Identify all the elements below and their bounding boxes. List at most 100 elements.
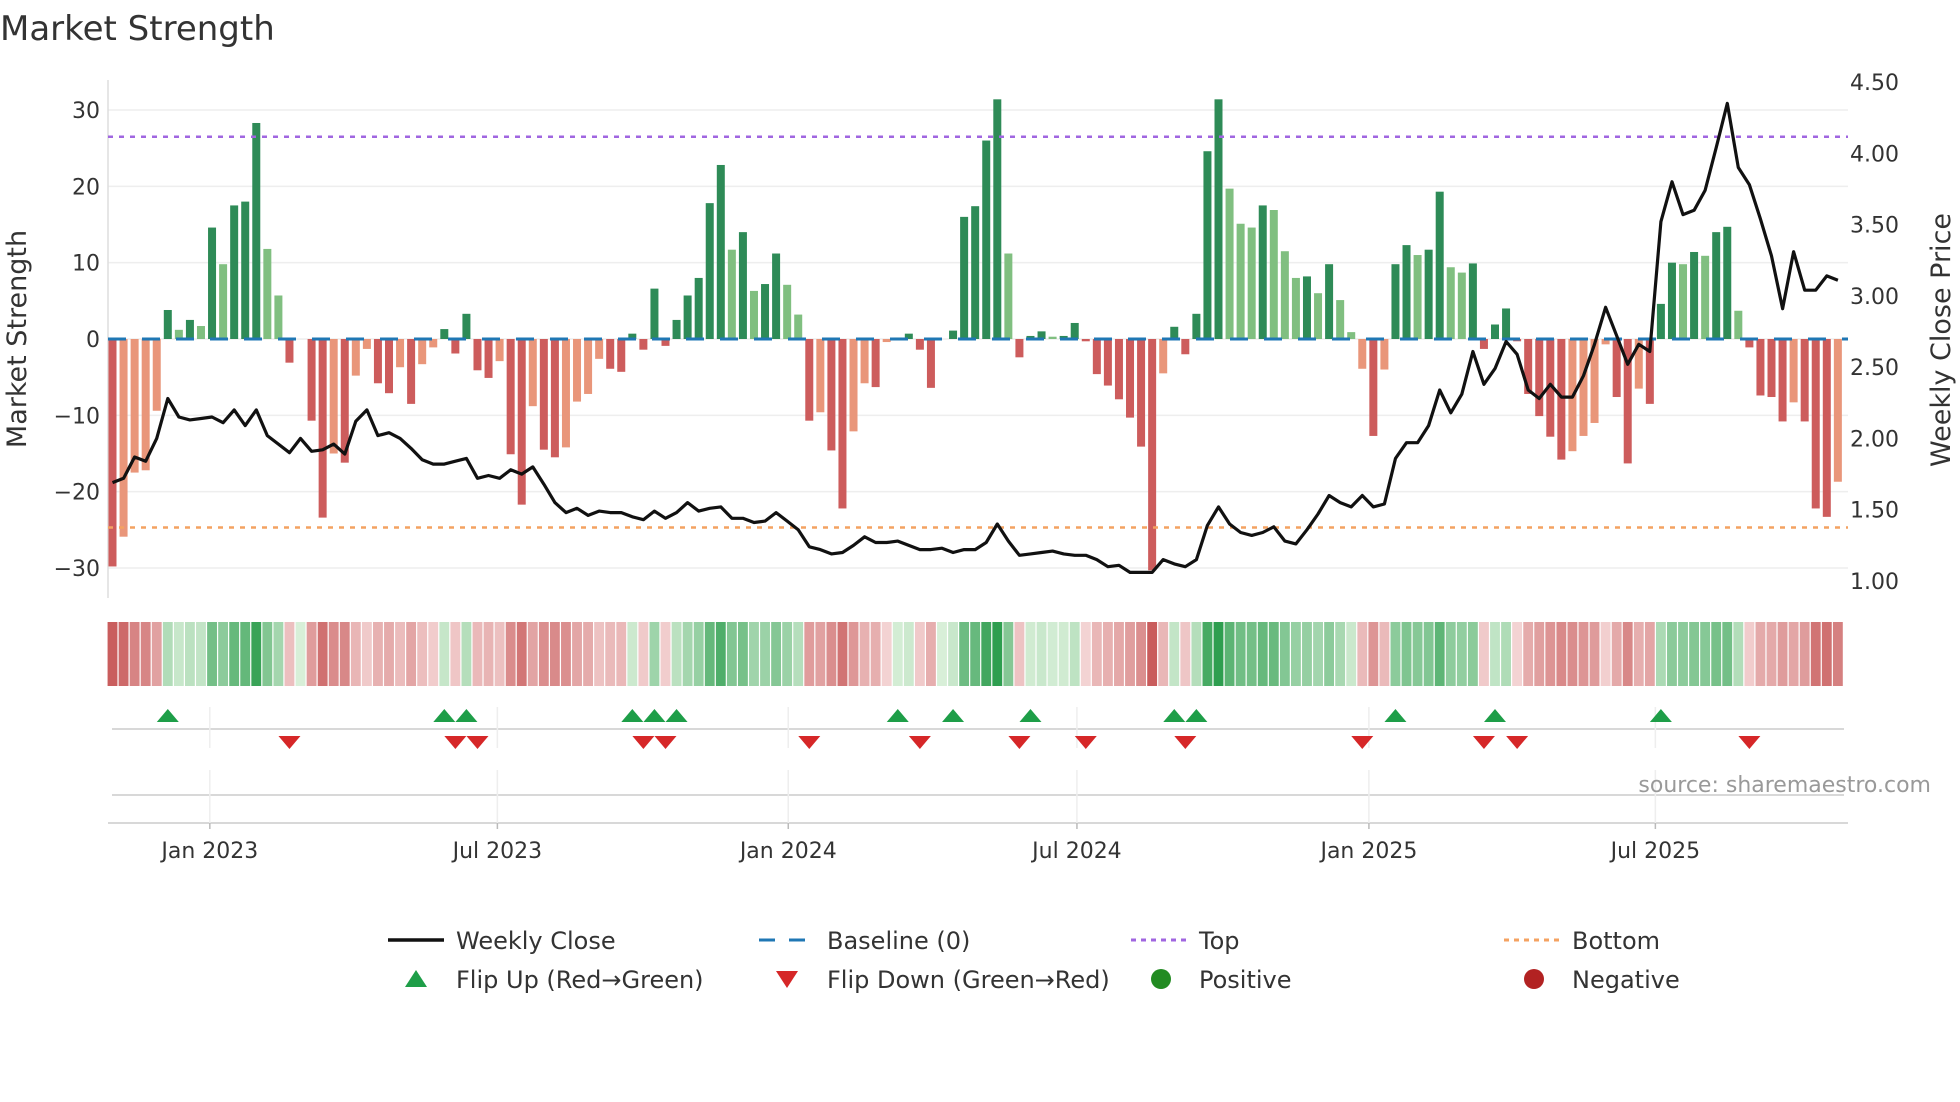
flip-up-marker	[455, 709, 478, 722]
heat-cell	[1512, 622, 1523, 686]
heat-cell	[395, 622, 405, 686]
strength-bar	[517, 339, 526, 505]
right-tick-label: 3.50	[1850, 214, 1899, 239]
heat-cell	[196, 622, 206, 686]
right-tick-label: 2.50	[1850, 356, 1899, 381]
strength-bar	[329, 339, 338, 454]
strength-bar	[1258, 205, 1267, 339]
legend-label: Top	[1198, 927, 1240, 955]
heat-cell	[1268, 622, 1279, 686]
heat-cell	[992, 622, 1003, 686]
flip-down-marker	[1351, 736, 1374, 749]
left-axis-ticks: 30 20 10 0 −10 −20 −30	[54, 99, 100, 582]
strength-bar	[351, 339, 360, 376]
strength-bar	[1491, 324, 1499, 339]
flip-down-marker	[1472, 736, 1495, 749]
strength-bar	[1336, 300, 1345, 339]
x-tick-label: Jul 2024	[1030, 839, 1122, 864]
heat-cell	[903, 622, 914, 686]
heat-cell	[616, 622, 627, 686]
strength-bar	[1822, 339, 1831, 517]
strength-bar	[1314, 293, 1323, 339]
heat-cell	[937, 622, 947, 686]
heat-cell	[859, 622, 870, 686]
heat-cell	[1578, 622, 1589, 686]
strength-bar	[1535, 339, 1544, 417]
flip-up-marker	[621, 709, 644, 722]
strength-bar	[595, 339, 604, 359]
left-tick-label: −20	[54, 481, 100, 506]
strength-bar	[230, 205, 239, 339]
heat-cell	[926, 622, 936, 686]
heat-cell	[1412, 622, 1423, 686]
strength-bar	[1192, 313, 1201, 339]
heat-cell	[1755, 622, 1766, 686]
heat-cell	[1257, 622, 1268, 686]
strength-bar	[971, 206, 980, 339]
heat-cell	[1235, 622, 1246, 686]
strength-bar	[396, 339, 405, 368]
strength-bar	[528, 339, 537, 407]
heat-cell	[1047, 622, 1058, 686]
strength-bars	[108, 99, 1842, 571]
strength-bar	[362, 339, 371, 349]
x-tick-label: Jul 2023	[451, 839, 543, 864]
flip-down-marker	[908, 736, 931, 749]
strength-bar	[926, 339, 935, 388]
left-tick-label: −30	[54, 557, 100, 582]
heat-cell	[1357, 622, 1368, 686]
heat-cell	[583, 622, 594, 686]
heat-cell	[1622, 622, 1633, 686]
flip-up-marker	[942, 709, 965, 722]
strength-bar	[495, 339, 504, 362]
strength-bar	[373, 339, 382, 384]
source-label: source: sharemaestro.com	[1638, 773, 1931, 798]
strength-bar	[1280, 251, 1289, 339]
strength-bar	[1778, 339, 1787, 422]
strength-bar	[219, 264, 228, 339]
flip-down-marker	[278, 736, 301, 749]
heat-cell	[162, 622, 173, 686]
flip-up-marker	[1185, 709, 1208, 722]
triangle-down-icon	[776, 971, 798, 988]
strength-bar	[982, 140, 991, 339]
heat-cell	[1655, 622, 1666, 686]
heat-cell	[350, 622, 361, 686]
flip-down-marker	[798, 736, 821, 749]
strength-bar	[550, 339, 559, 458]
strength-bar	[208, 227, 217, 339]
heat-cell	[461, 622, 472, 686]
strength-bar	[1457, 272, 1466, 339]
heat-cell	[771, 622, 782, 686]
strength-bar	[1712, 232, 1721, 339]
heat-cell	[1534, 622, 1545, 686]
heat-cell	[516, 622, 527, 686]
heat-cell	[737, 622, 748, 686]
heat-cell	[549, 622, 560, 686]
heat-cell	[1335, 622, 1346, 686]
chart-title: Market Strength	[0, 9, 275, 49]
heat-cell	[1445, 622, 1456, 686]
heat-cell	[826, 622, 837, 686]
heat-cell	[1523, 622, 1534, 686]
heat-cell	[406, 622, 417, 686]
strength-bar	[274, 295, 283, 339]
heat-cell	[1379, 622, 1390, 686]
right-tick-label: 1.50	[1850, 499, 1899, 524]
strength-bar	[1236, 223, 1245, 339]
strength-bar	[1579, 339, 1588, 436]
strength-bar	[694, 277, 703, 339]
positive-circle-icon	[1151, 969, 1171, 989]
strength-bar	[838, 339, 847, 509]
heat-cell	[1324, 622, 1335, 686]
strength-bar	[1103, 339, 1112, 386]
heat-cell	[151, 622, 162, 686]
heat-cell	[527, 622, 538, 686]
heat-cell	[671, 622, 682, 686]
strength-bar	[860, 339, 869, 384]
strength-bar	[440, 329, 449, 339]
heat-cell	[373, 622, 383, 686]
flip-down-marker	[1008, 736, 1031, 749]
legend: Weekly Close Baseline (0) Top Bottom Flip Up…	[388, 927, 1680, 994]
flip-up-marker	[1384, 709, 1407, 722]
